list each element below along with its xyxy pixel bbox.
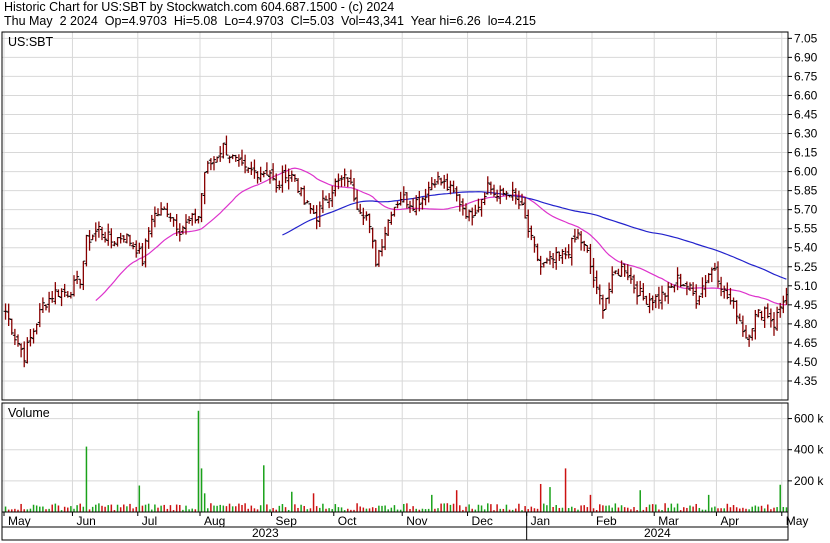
volume-grid [2, 403, 788, 512]
volume-bars [4, 410, 788, 512]
price-tick-label: 4.80 [794, 317, 818, 331]
month-label: May [8, 514, 31, 528]
price-tick-label: 5.85 [794, 184, 818, 198]
month-label: Jul [142, 514, 157, 528]
price-tick-label: 7.05 [794, 31, 818, 45]
price-tick-label: 6.75 [794, 69, 818, 83]
chart-canvas: 7.05 6.90 6.75 6.60 6.45 6.30 6.15 6.00 5.85 5.70… [1, 31, 824, 541]
price-tick-label: 5.40 [794, 241, 818, 255]
price-bars [3, 135, 789, 368]
moving-average-layer [95, 167, 787, 306]
price-tick-label: 6.30 [794, 127, 818, 141]
volume-label: Volume [8, 406, 50, 420]
symbol-label: US:SBT [8, 35, 54, 49]
volume-tick-label: 600 k [794, 412, 824, 426]
volume-tick-label: 200 k [794, 474, 824, 488]
moving-average-line [95, 167, 787, 306]
price-tick-label: 6.15 [794, 146, 818, 160]
price-tick-label: 4.50 [794, 355, 818, 369]
month-label: Jan [531, 514, 550, 528]
price-tick-label: 6.60 [794, 88, 818, 102]
month-label: Nov [406, 514, 427, 528]
volume-tick-label: 400 k [794, 443, 824, 457]
price-tick-label: 6.45 [794, 107, 818, 121]
price-tick-label: 4.35 [794, 374, 818, 388]
price-tick-label: 6.90 [794, 50, 818, 64]
price-tick-label: 5.70 [794, 203, 818, 217]
price-tick-label: 4.65 [794, 336, 818, 350]
month-label: Jun [76, 514, 95, 528]
price-tick-label: 4.95 [794, 298, 818, 312]
year-label: 2024 [644, 526, 671, 540]
month-label: Aug [204, 514, 225, 528]
price-tick-label: 6.00 [794, 165, 818, 179]
price-tick-label: 5.10 [794, 279, 818, 293]
moving-average-line [282, 191, 787, 280]
month-label: Dec [472, 514, 493, 528]
month-label: Apr [720, 514, 739, 528]
volume-panel-frame [1, 402, 789, 513]
price-tick-label: 5.55 [794, 222, 818, 236]
month-label: Oct [338, 514, 357, 528]
month-label: Feb [596, 514, 617, 528]
month-label: May [786, 514, 809, 528]
price-tick-label: 5.25 [794, 260, 818, 274]
year-label: 2023 [252, 526, 279, 540]
month-label: Sep [276, 514, 298, 528]
